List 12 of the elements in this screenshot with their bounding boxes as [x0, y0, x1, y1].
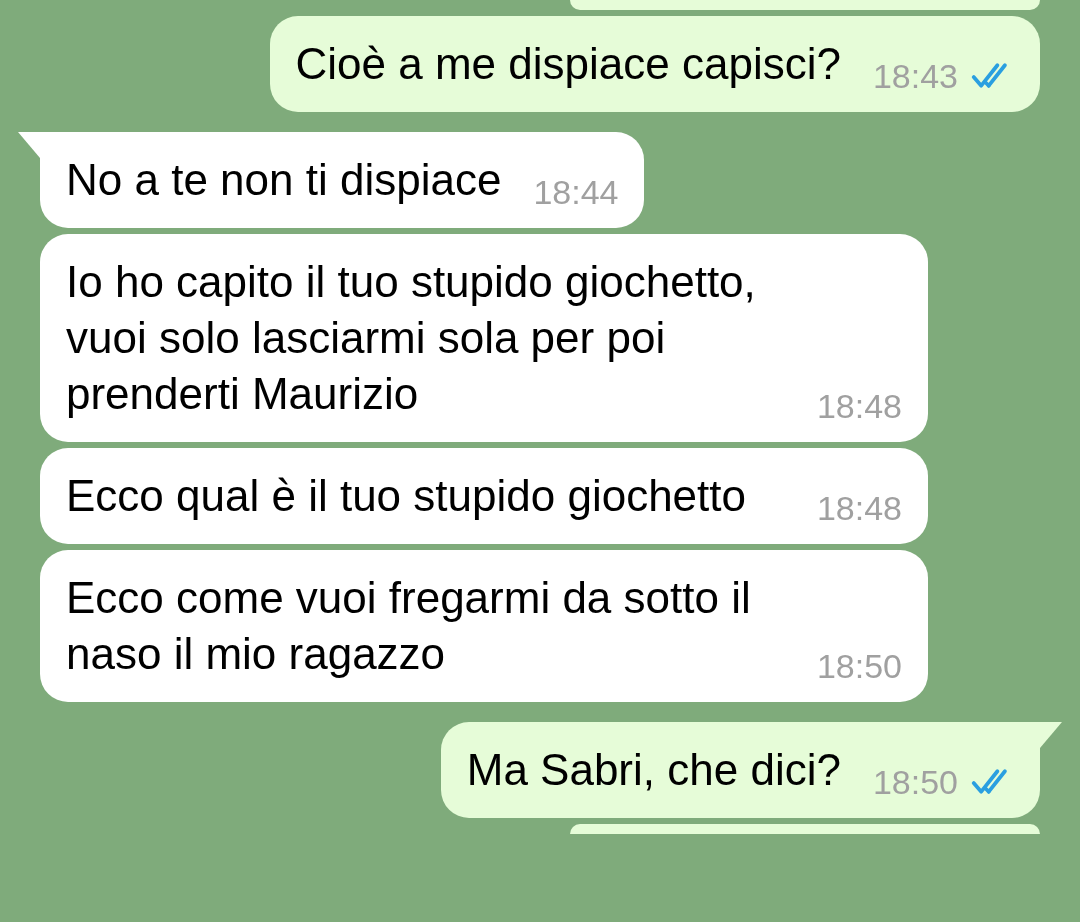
message-text: Ecco come vuoi fregarmi da sotto il naso il mio ragazzo — [66, 572, 752, 680]
message-text: No a te non ti dispiace — [66, 154, 502, 206]
message-text: Cioè a me dispiace capisci? — [295, 38, 841, 90]
message-time: 18:48 — [816, 386, 902, 427]
message-time: 18:50 — [816, 646, 902, 687]
message-time: 18:44 — [533, 172, 619, 213]
message-text: Io ho capito il tuo stupido giochetto, vuoi solo lasciarmi sola per poi prenderti Maurizio — [66, 256, 757, 420]
message-time: 18:50 — [872, 762, 958, 803]
message-text: Ecco qual è il tuo stupido giochetto — [66, 470, 746, 522]
message-time: 18:48 — [816, 488, 902, 529]
message-text: Ma Sabri, che dici? — [466, 744, 841, 796]
message-time: 18:43 — [872, 56, 958, 97]
